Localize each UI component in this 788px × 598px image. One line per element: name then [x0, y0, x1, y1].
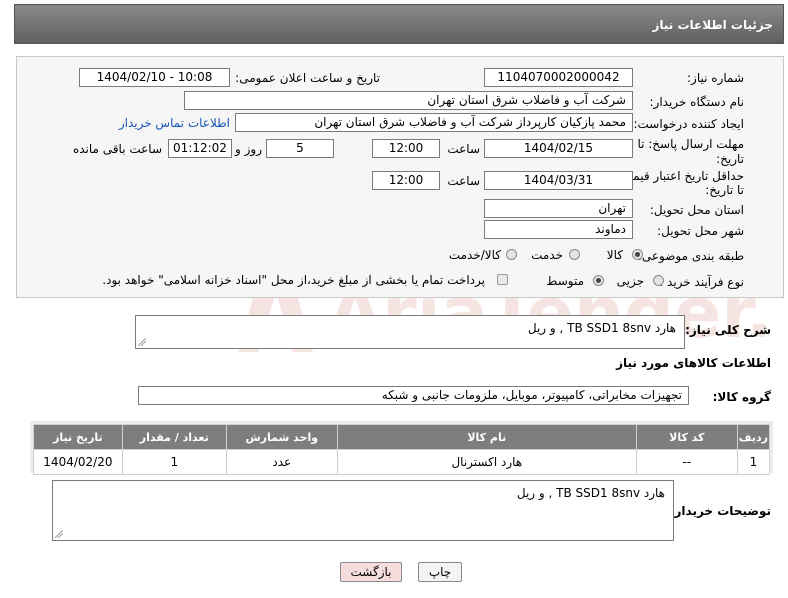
back-button[interactable]: بازگشت [340, 562, 402, 582]
time-remaining-label: ساعت باقی مانده [72, 142, 162, 156]
need-number-label: شماره نیاز: [687, 71, 744, 85]
process-radio-medium[interactable] [593, 275, 604, 286]
buyer-notes-label: توضیحات خریدار: [669, 504, 771, 518]
city-label: شهر محل تحویل: [657, 224, 744, 238]
days-label: روز و [235, 142, 262, 156]
buyer-notes-textarea[interactable]: هارد TB SSD1 8snv , و ریل [52, 480, 674, 541]
validity-time-label: ساعت [447, 174, 480, 188]
buyer-contact-link[interactable]: اطلاعات تماس خریدار [119, 116, 230, 130]
process-option-medium: متوسط [546, 274, 584, 288]
need-number-field: 1104070002000042 [484, 68, 633, 87]
category-option-goods: کالا [606, 248, 623, 262]
cell-goods-name: هارد اکسترنال [336, 449, 637, 475]
deadline-label-line1: مهلت ارسال پاسخ: تا [637, 137, 744, 151]
buyer-org-field: شرکت آب و فاضلاب شرق استان تهران [184, 91, 633, 110]
validity-label-line2: تا تاریخ: [705, 183, 744, 197]
resize-grip-icon [55, 530, 63, 538]
deadline-label-line2: تاریخ: [716, 152, 744, 166]
validity-date-field: 1404/03/31 [484, 171, 633, 190]
need-summary-label: شرح کلی نیاز: [685, 323, 771, 337]
col-header-row-no: ردیف [736, 424, 771, 450]
category-radio-goods[interactable] [632, 249, 643, 260]
items-table: ردیف کد کالا نام کالا واحد شمارش تعداد /… [33, 424, 771, 475]
goods-group-field: تجهیزات مخابراتی، کامپیوتر، موبایل، ملزو… [138, 386, 689, 405]
cell-row-no: 1 [736, 449, 771, 475]
category-option-service: خدمت [531, 248, 563, 262]
goods-section-title: اطلاعات کالاهای مورد نیاز [616, 356, 771, 370]
cell-unit: عدد [225, 449, 338, 475]
category-option-goods-service: کالا/خدمت [448, 248, 501, 262]
process-type-label: نوع فرآیند خرید : [659, 275, 744, 289]
col-header-need-date: تاریخ نیاز [33, 424, 123, 450]
goods-group-label: گروه کالا: [712, 390, 771, 404]
category-label: طبقه بندی موضوعی: [637, 249, 744, 263]
city-field: دماوند [484, 220, 633, 239]
category-radio-goods-service[interactable] [506, 249, 517, 260]
creator-field: محمد پازکیان کارپرداز شرکت آب و فاضلاب ش… [235, 113, 633, 132]
announce-date-label: تاریخ و ساعت اعلان عمومی: [235, 71, 380, 85]
days-remaining-field: 5 [266, 139, 334, 158]
province-label: استان محل تحویل: [649, 203, 744, 217]
table-row: 1 -- هارد اکسترنال عدد 1 1404/02/20 [33, 449, 771, 475]
province-field: تهران [484, 199, 633, 218]
buyer-notes-text: هارد TB SSD1 8snv , و ریل [516, 486, 665, 500]
announce-date-field: 1404/02/10 - 10:08 [79, 68, 230, 87]
table-header-row: ردیف کد کالا نام کالا واحد شمارش تعداد /… [33, 424, 771, 450]
need-summary-text: هارد TB SSD1 8snv , و ریل [527, 321, 676, 335]
buyer-org-label: نام دستگاه خریدار: [649, 95, 745, 109]
col-header-unit: واحد شمارش [225, 424, 338, 450]
treasury-payment-note: پرداخت تمام یا بخشی از مبلغ خرید،از محل … [102, 273, 485, 287]
col-header-quantity: تعداد / مقدار [121, 424, 227, 450]
treasury-payment-checkbox[interactable] [497, 274, 508, 285]
validity-time-field: 12:00 [372, 171, 440, 190]
process-option-minor: جزیی [616, 274, 644, 288]
time-remaining-field: 01:12:02 [168, 139, 232, 158]
cell-quantity: 1 [121, 449, 227, 475]
page-header: جزئیات اطلاعات نیاز [14, 4, 784, 44]
cell-goods-code: -- [635, 449, 738, 475]
deadline-date-field: 1404/02/15 [484, 139, 633, 158]
page-title: جزئیات اطلاعات نیاز [652, 18, 773, 32]
col-header-goods-name: نام کالا [336, 424, 637, 450]
validity-label-line1: حداقل تاریخ اعتبار قیمت: [617, 169, 744, 183]
need-summary-textarea[interactable]: هارد TB SSD1 8snv , و ریل [135, 315, 685, 349]
cell-need-date: 1404/02/20 [33, 449, 123, 475]
creator-label: ایجاد کننده درخواست: [633, 117, 744, 131]
deadline-time-label: ساعت [447, 142, 480, 156]
process-radio-minor[interactable] [653, 275, 664, 286]
category-radio-service[interactable] [569, 249, 580, 260]
deadline-time-field: 12:00 [372, 139, 440, 158]
print-button[interactable]: چاپ [418, 562, 462, 582]
col-header-goods-code: کد کالا [635, 424, 738, 450]
resize-grip-icon [138, 338, 146, 346]
